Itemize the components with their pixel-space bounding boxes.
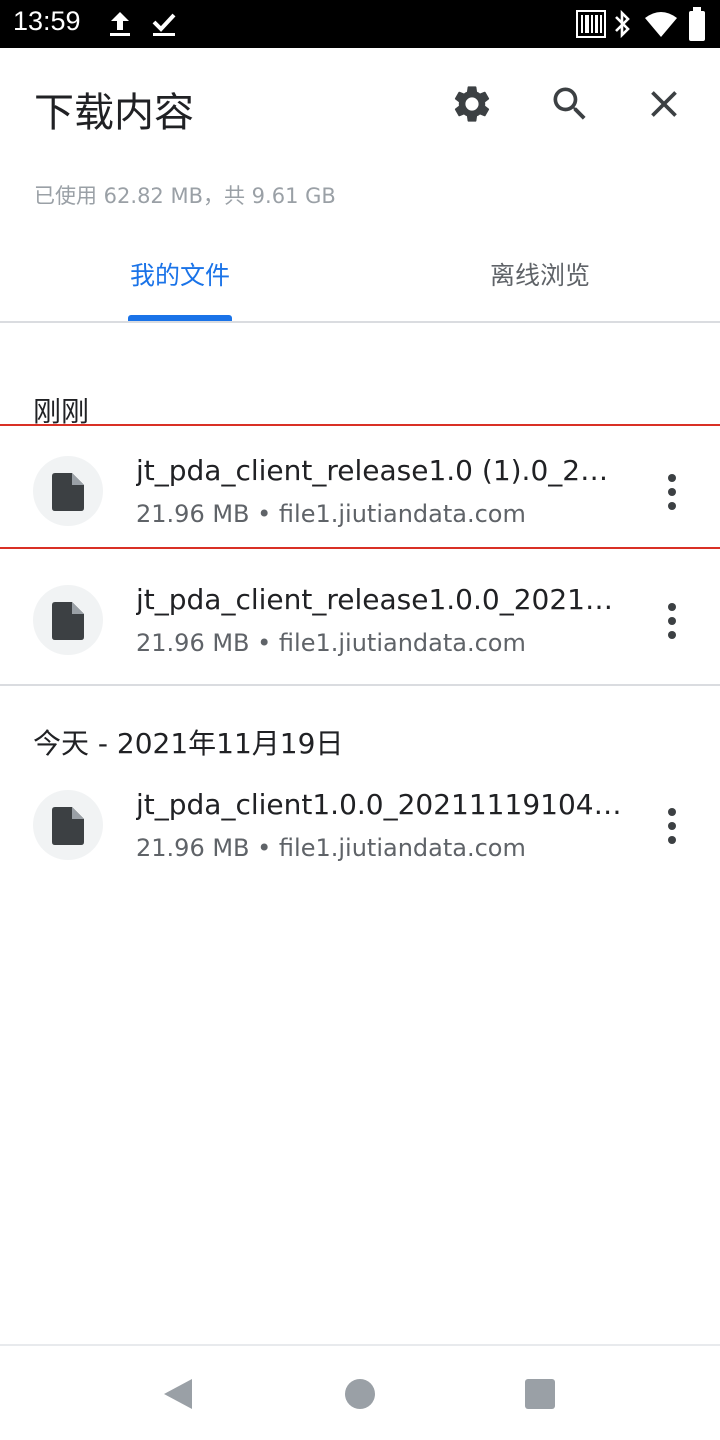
recents-icon[interactable] (522, 1376, 558, 1412)
file-meta: 21.96 MB • file1.jiutiandata.com (136, 629, 526, 657)
tab-my-files[interactable]: 我的文件 (30, 256, 330, 292)
file-name: jt_pda_client_release1.0.0_2021… (136, 583, 613, 616)
file-meta: 21.96 MB • file1.jiutiandata.com (136, 500, 526, 528)
tab-offline-browsing[interactable]: 离线浏览 (390, 256, 690, 292)
download-done-icon (152, 13, 176, 36)
upload-icon (110, 12, 130, 36)
file-icon (33, 585, 103, 655)
battery-icon (689, 7, 705, 41)
file-icon (33, 790, 103, 860)
tab-divider (0, 321, 720, 323)
back-icon[interactable] (160, 1376, 196, 1412)
file-meta: 21.96 MB • file1.jiutiandata.com (136, 834, 526, 862)
file-icon (33, 456, 103, 526)
wifi-icon (645, 12, 677, 37)
list-item[interactable]: jt_pda_client_release1.0 (1).0_20… 21.96… (0, 424, 720, 549)
barcode-scanner-icon (576, 10, 606, 38)
storage-usage-text: 已使用 62.82 MB，共 9.61 GB (34, 184, 336, 208)
close-icon[interactable] (642, 82, 686, 126)
home-icon[interactable] (342, 1376, 378, 1412)
page-title: 下载内容 (34, 90, 194, 136)
section-divider (0, 684, 720, 686)
gear-icon[interactable] (450, 82, 494, 126)
list-item[interactable]: jt_pda_client_release1.0.0_2021… 21.96 M… (0, 555, 720, 680)
more-options-icon[interactable] (652, 599, 692, 643)
file-name: jt_pda_client1.0.0_20211119104… (136, 788, 622, 821)
status-bar: 13:59 (0, 0, 720, 48)
search-icon[interactable] (548, 82, 592, 126)
more-options-icon[interactable] (652, 804, 692, 848)
status-time: 13:59 (13, 6, 81, 36)
navigation-bar (0, 1344, 720, 1440)
list-item[interactable]: jt_pda_client1.0.0_20211119104… 21.96 MB… (0, 760, 720, 885)
bluetooth-icon (615, 9, 630, 39)
section-header-today: 今天 - 2021年11月19日 (33, 727, 344, 760)
more-options-icon[interactable] (652, 470, 692, 514)
file-name: jt_pda_client_release1.0 (1).0_20… (136, 454, 624, 487)
